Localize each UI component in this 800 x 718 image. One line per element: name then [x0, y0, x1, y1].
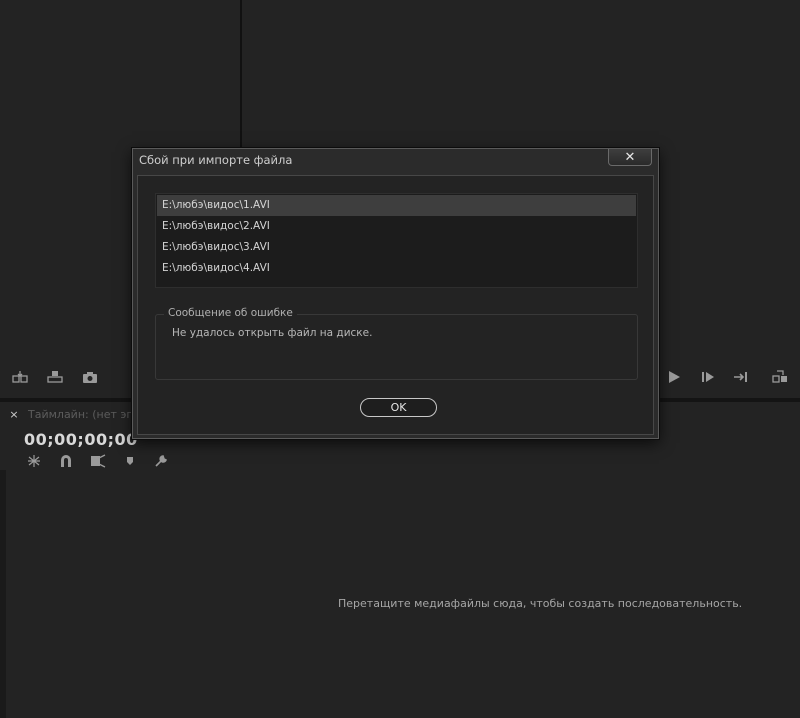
- drop-media-hint: Перетащите медиафайлы сюда, чтобы создат…: [338, 597, 743, 610]
- dialog-content: E:\любэ\видос\1.AVI E:\любэ\видос\2.AVI …: [137, 175, 654, 435]
- close-button[interactable]: ✕: [608, 149, 652, 166]
- timeline-tools: [26, 454, 170, 468]
- error-message: Не удалось открыть файл на диске.: [172, 327, 373, 339]
- link-icon[interactable]: [90, 454, 106, 468]
- failed-files-list[interactable]: E:\любэ\видос\1.AVI E:\любэ\видос\2.AVI …: [155, 193, 638, 288]
- list-item[interactable]: E:\любэ\видос\4.AVI: [157, 258, 636, 279]
- overwrite-icon[interactable]: [47, 370, 63, 384]
- close-icon: ✕: [624, 149, 636, 165]
- timeline-track-header: [0, 470, 6, 718]
- timeline-panel: [0, 402, 800, 718]
- error-group-label: Сообщение об ошибке: [164, 307, 297, 319]
- magnet-icon[interactable]: [58, 454, 74, 468]
- list-item[interactable]: E:\любэ\видос\2.AVI: [157, 216, 636, 237]
- wrench-icon[interactable]: [154, 454, 170, 468]
- error-message-group: Сообщение об ошибке Не удалось открыть ф…: [155, 307, 638, 380]
- list-item[interactable]: E:\любэ\видос\1.AVI: [157, 195, 636, 216]
- ok-button[interactable]: OK: [360, 398, 437, 417]
- dialog-title: Сбой при импорте файла: [139, 153, 293, 167]
- play-icon[interactable]: [666, 370, 682, 384]
- go-to-out-icon[interactable]: [733, 370, 749, 384]
- marker-icon[interactable]: [122, 454, 138, 468]
- timeline-timecode[interactable]: 00;00;00;00: [24, 430, 138, 449]
- export-frame-icon[interactable]: [772, 370, 788, 384]
- import-error-dialog: Сбой при импорте файла ✕ E:\любэ\видос\1…: [132, 148, 659, 439]
- snap-icon[interactable]: [26, 454, 42, 468]
- tab-close-button[interactable]: ×: [8, 408, 20, 421]
- step-forward-icon[interactable]: [700, 370, 716, 384]
- timeline-tab[interactable]: × Таймлайн: (нет эпи: [8, 404, 141, 424]
- timeline-tab-label: Таймлайн: (нет эпи: [28, 407, 141, 421]
- list-item[interactable]: E:\любэ\видос\3.AVI: [157, 237, 636, 258]
- insert-icon[interactable]: [12, 370, 28, 384]
- camera-icon[interactable]: [82, 370, 98, 384]
